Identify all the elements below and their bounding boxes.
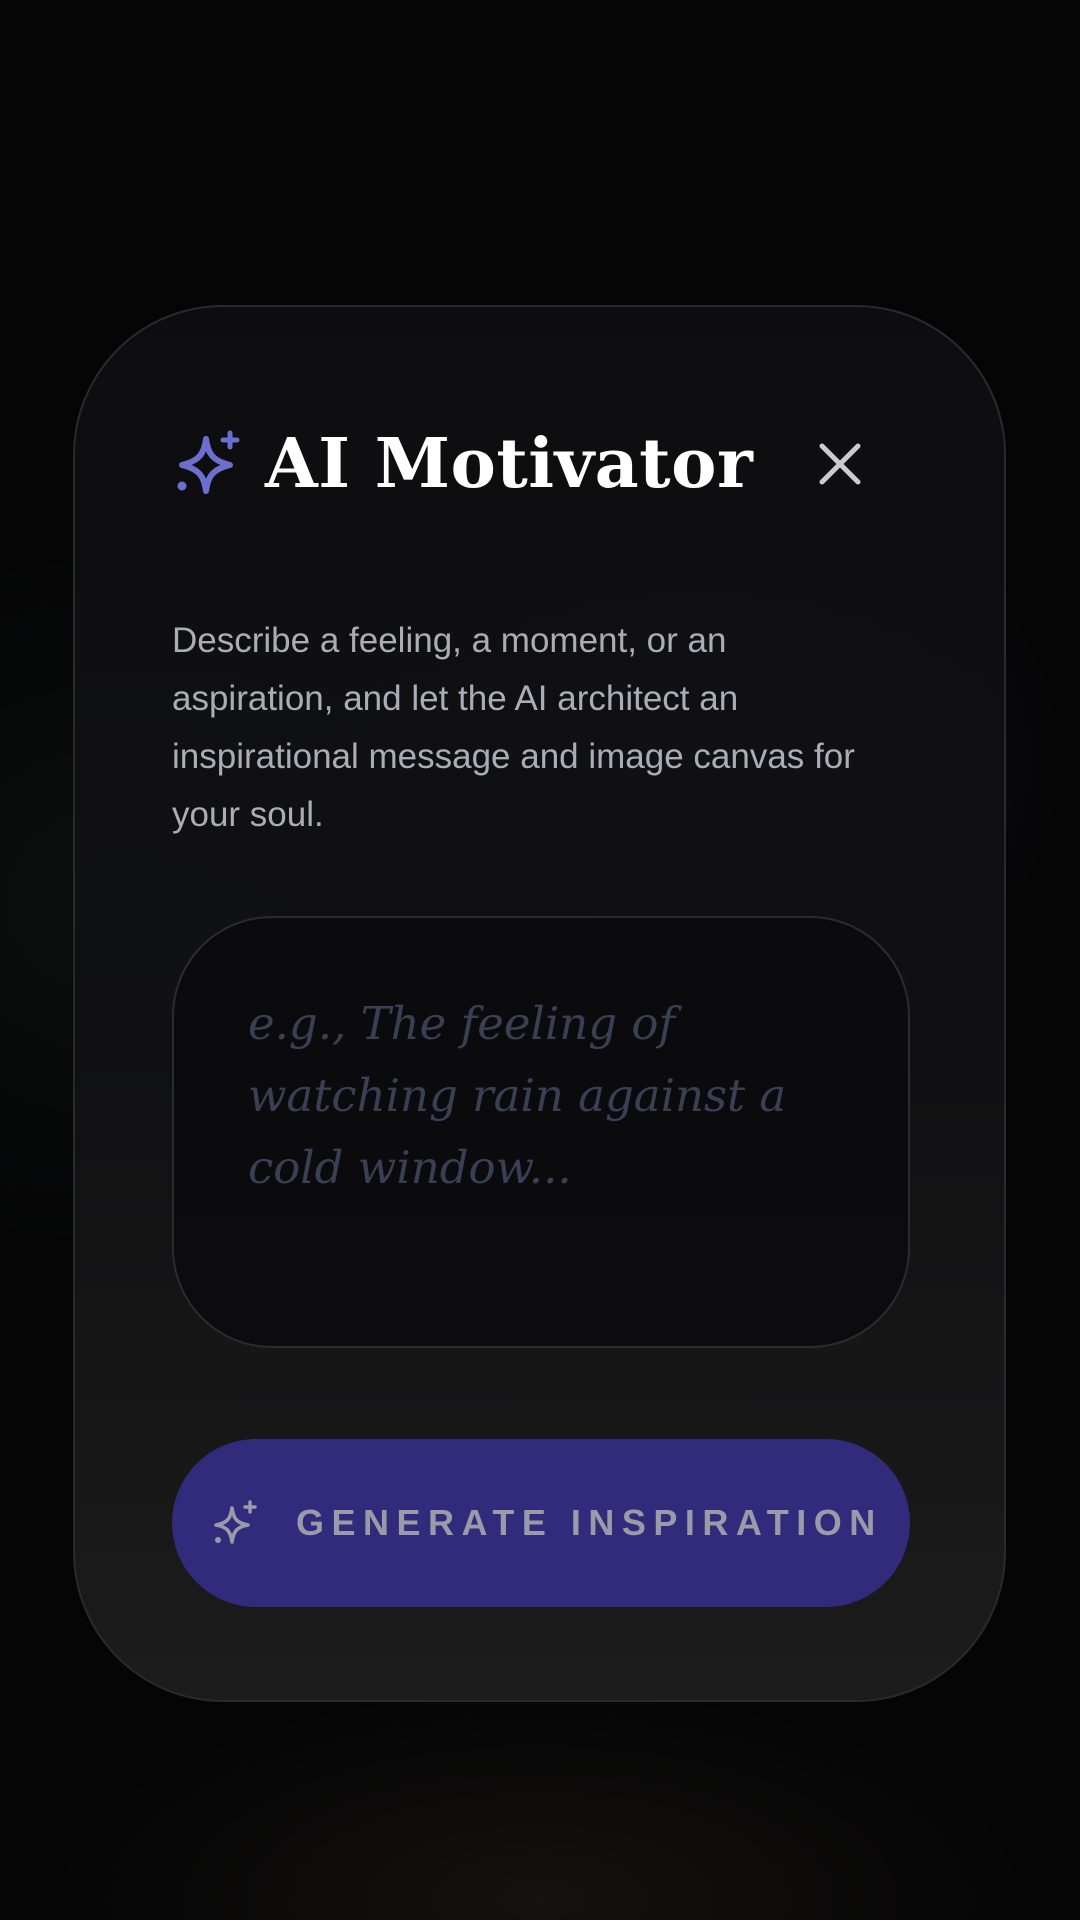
generate-button-label: GENERATE INSPIRATION (296, 1502, 883, 1543)
prompt-field-container (172, 916, 910, 1348)
prompt-input[interactable] (248, 988, 828, 1288)
close-icon[interactable] (812, 436, 868, 492)
modal-description: Describe a feeling, a moment, or an aspi… (172, 621, 855, 834)
modal-header: AI Motivator (172, 419, 887, 509)
sparkles-icon (214, 1500, 257, 1544)
sparkles-icon (177, 430, 240, 494)
ai-motivator-modal: AI Motivator Describe a feeling, a momen… (73, 305, 1006, 1702)
modal-title: AI Motivator (265, 424, 754, 504)
generate-inspiration-button[interactable]: GENERATE INSPIRATION (172, 1439, 910, 1607)
